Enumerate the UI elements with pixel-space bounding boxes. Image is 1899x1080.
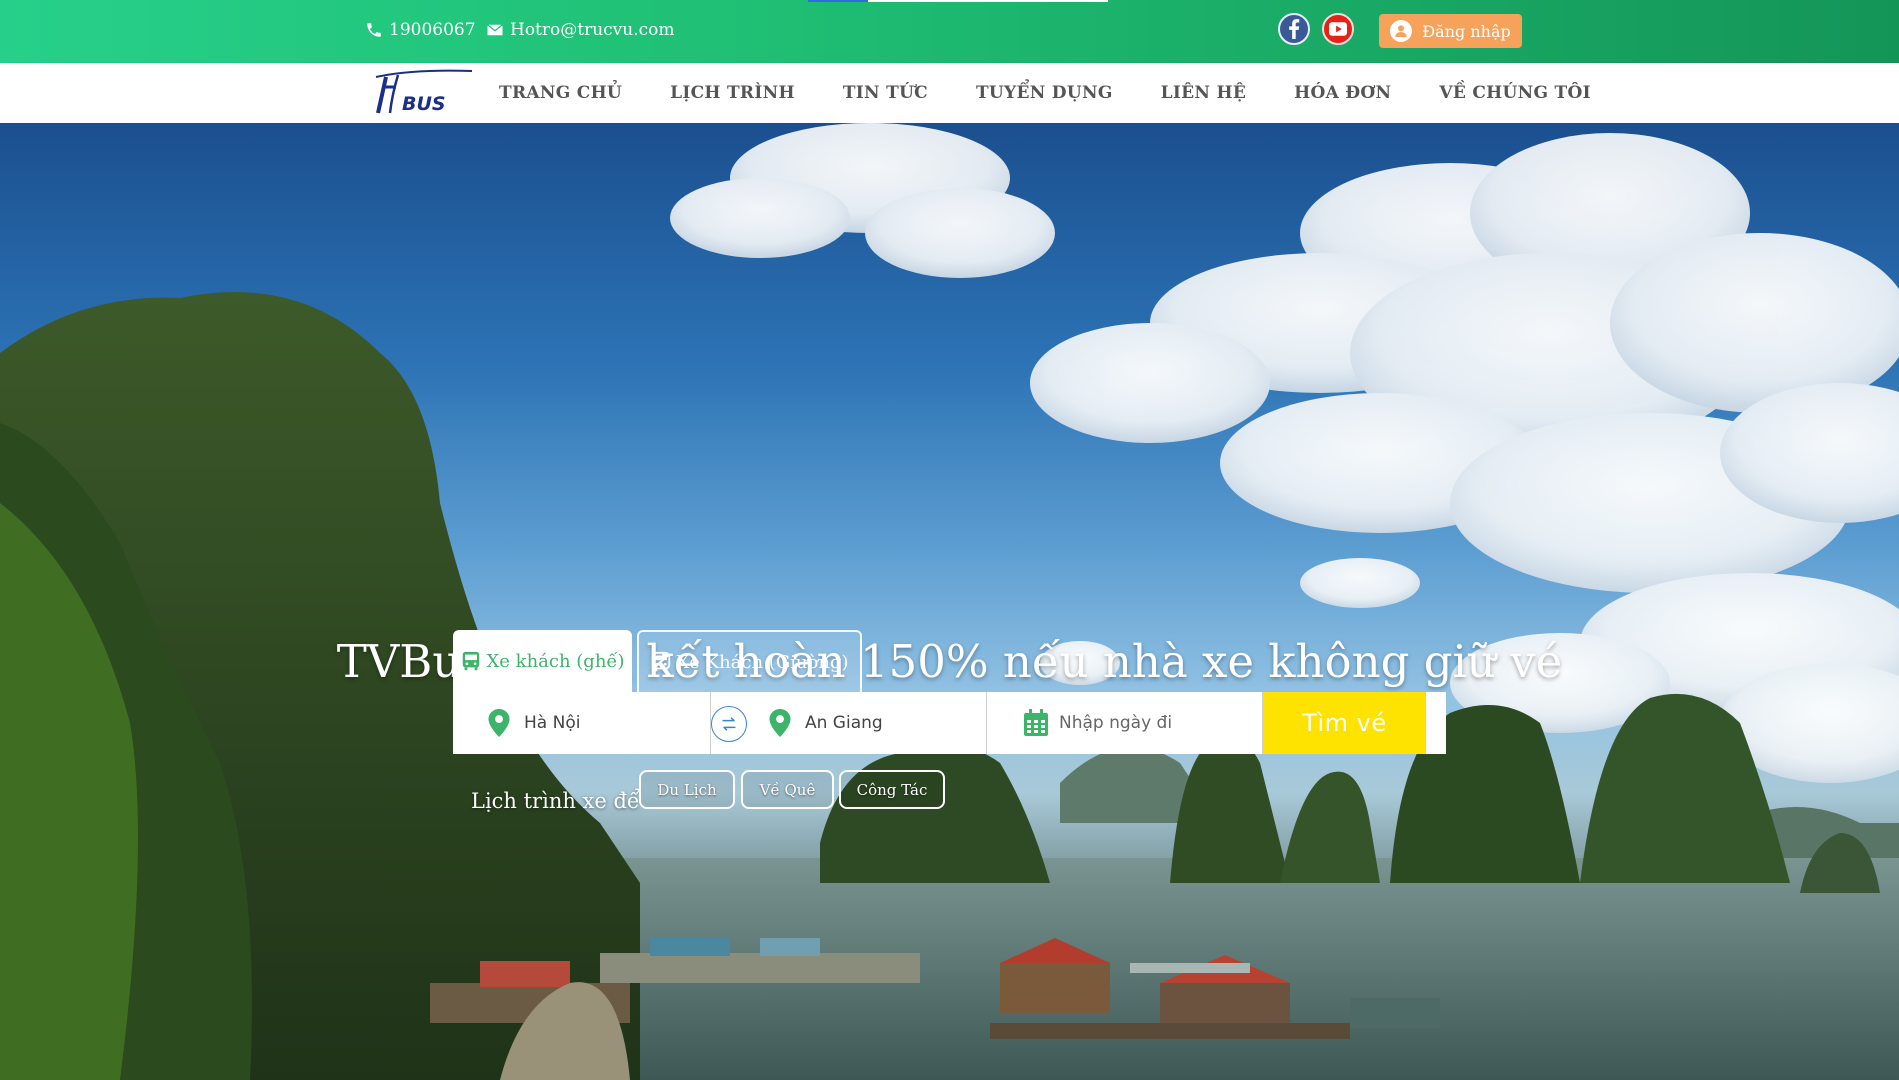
- bus-icon: [463, 651, 480, 671]
- youtube-link[interactable]: [1322, 13, 1354, 45]
- location-pin-icon: [769, 709, 791, 737]
- envelope-icon: [487, 24, 503, 36]
- tab-sleeper-bus-label: Xe Khách (Giường): [676, 651, 849, 673]
- nav-contact[interactable]: LIÊN HỆ: [1137, 83, 1270, 103]
- date-placeholder: Nhập ngày đi: [1059, 713, 1173, 733]
- date-field[interactable]: Nhập ngày đi: [987, 692, 1263, 754]
- nav-careers[interactable]: TUYỂN DỤNG: [952, 83, 1137, 103]
- top-bar: 19006067 Hotro@trucvu.com Đăng nhập: [0, 0, 1899, 63]
- nav-about[interactable]: VỀ CHÚNG TÔI: [1415, 83, 1614, 103]
- tvbus-logo[interactable]: BUS: [372, 67, 476, 121]
- search-bar: Hà Nội An Giang Nhập ngày đi Tìm vé: [453, 692, 1446, 754]
- destination-field[interactable]: An Giang: [711, 692, 987, 754]
- top-accent-line: [808, 0, 1108, 2]
- logo-text: BUS: [402, 93, 446, 115]
- search-tickets-button[interactable]: Tìm vé: [1263, 692, 1426, 754]
- email-address: Hotro@trucvu.com: [510, 20, 675, 40]
- purpose-chip-travel[interactable]: Du Lịch: [639, 770, 735, 809]
- user-icon: [1390, 20, 1413, 42]
- tab-seat-bus[interactable]: Xe khách (ghế): [453, 630, 632, 692]
- nav-news[interactable]: TIN TỨC: [819, 83, 952, 103]
- trip-purpose-label: Lịch trình xe để: [471, 789, 640, 813]
- hero-banner: TVBus - Cam kết hoàn 150% nếu nhà xe khô…: [0, 123, 1899, 1080]
- departure-value: Hà Nội: [524, 713, 581, 733]
- ha-long-bay-background: [0, 123, 1899, 1080]
- phone-icon: [367, 23, 381, 37]
- bus-icon: [652, 651, 671, 672]
- nav-home[interactable]: TRANG CHỦ: [475, 83, 646, 103]
- swap-icon: [722, 717, 736, 731]
- hero-headline: TVBus - Cam kết hoàn 150% nếu nhà xe khô…: [336, 635, 1563, 688]
- tab-sleeper-bus[interactable]: Xe Khách (Giường): [637, 630, 862, 692]
- facebook-link[interactable]: [1278, 13, 1310, 45]
- main-navbar: BUS TRANG CHỦ LỊCH TRÌNH TIN TỨC TUYỂN D…: [0, 63, 1899, 123]
- nav-schedule[interactable]: LỊCH TRÌNH: [646, 83, 819, 103]
- departure-field[interactable]: Hà Nội: [453, 692, 747, 754]
- nav-invoice[interactable]: HÓA ĐƠN: [1270, 83, 1415, 103]
- purpose-chip-hometown[interactable]: Về Quê: [741, 770, 834, 809]
- facebook-icon: [1289, 19, 1300, 39]
- tab-seat-bus-label: Xe khách (ghế): [486, 650, 625, 672]
- swap-locations-button[interactable]: [711, 706, 747, 742]
- purpose-chip-business[interactable]: Công Tác: [839, 770, 945, 809]
- location-pin-icon: [488, 709, 510, 737]
- phone-number: 19006067: [389, 20, 476, 40]
- youtube-icon: [1329, 22, 1347, 36]
- nav-menu: TRANG CHỦ LỊCH TRÌNH TIN TỨC TUYỂN DỤNG …: [475, 63, 1615, 123]
- hotline[interactable]: 19006067: [365, 20, 476, 40]
- destination-value: An Giang: [805, 713, 883, 733]
- support-email[interactable]: Hotro@trucvu.com: [486, 20, 675, 40]
- login-button[interactable]: Đăng nhập: [1379, 14, 1522, 48]
- login-label: Đăng nhập: [1422, 21, 1511, 41]
- calendar-icon: [1024, 709, 1048, 736]
